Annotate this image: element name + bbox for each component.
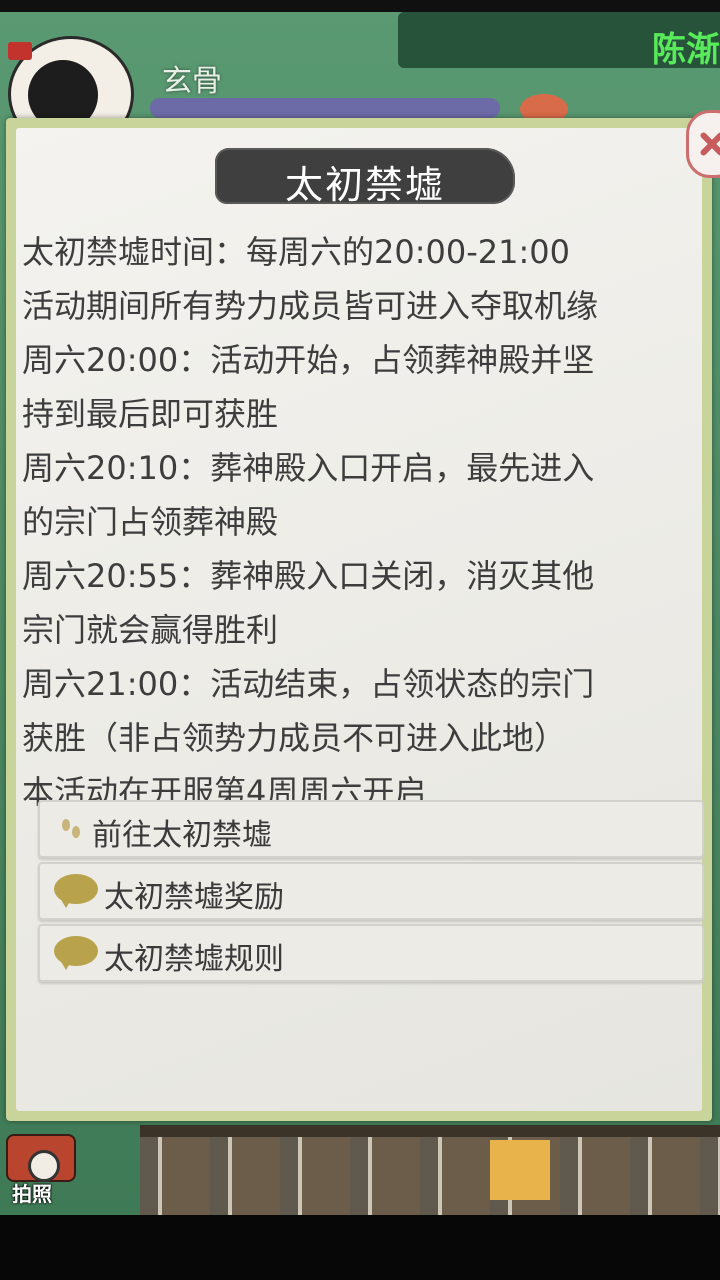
- description-line: 持到最后即可获胜: [22, 395, 279, 433]
- status-bar: [150, 98, 500, 118]
- chat-bubble-icon: [54, 936, 98, 970]
- option-rules[interactable]: 太初禁墟规则: [38, 924, 704, 982]
- description-line: 的宗门占领葬神殿: [22, 503, 279, 541]
- description-line: 获胜（非占领势力成员不可进入此地）: [22, 719, 567, 757]
- description-line: 周六21:00：活动结束，占领状态的宗门: [22, 665, 595, 703]
- name-plate: 陈渐: [398, 12, 720, 70]
- dialog-title: 太初禁墟: [284, 163, 445, 207]
- event-description: 太初禁墟时间：每周六的20:00-21:00 活动期间所有势力成员皆可进入夺取机…: [22, 225, 702, 819]
- name-plate-text: 陈渐: [652, 30, 720, 70]
- description-line: 太初禁墟时间：每周六的20:00-21:00: [22, 233, 570, 271]
- top-edge: [0, 0, 720, 12]
- player-name: 玄骨: [162, 64, 222, 99]
- chat-bubble-icon: [54, 874, 98, 908]
- option-go-to-event[interactable]: 前往太初禁墟: [38, 800, 704, 858]
- option-label: 太初禁墟规则: [104, 942, 284, 977]
- bottom-edge: [0, 1215, 720, 1280]
- description-line: 活动期间所有势力成员皆可进入夺取机缘: [22, 287, 599, 325]
- lit-window: [490, 1140, 550, 1200]
- buildings-scenery: [140, 1125, 720, 1215]
- player-avatar[interactable]: [0, 30, 150, 152]
- camera-icon: [6, 1134, 76, 1182]
- close-button[interactable]: [686, 110, 720, 178]
- option-label: 前往太初禁墟: [92, 818, 272, 853]
- option-rewards[interactable]: 太初禁墟奖励: [38, 862, 704, 920]
- footprints-icon: [62, 819, 80, 838]
- description-line: 周六20:00：活动开始，占领葬神殿并坚: [22, 341, 595, 379]
- roof-scenery: [140, 1125, 720, 1137]
- description-line: 宗门就会赢得胜利: [22, 611, 279, 649]
- option-label: 太初禁墟奖励: [104, 880, 284, 915]
- camera-button[interactable]: 拍照: [2, 1128, 76, 1206]
- description-line: 周六20:10：葬神殿入口开启，最先进入: [22, 449, 595, 487]
- description-line: 周六20:55：葬神殿入口关闭，消灭其他: [22, 557, 595, 595]
- camera-label: 拍照: [12, 1182, 52, 1206]
- dialog-title-banner: 太初禁墟: [215, 148, 515, 207]
- flag-icon: [8, 42, 32, 60]
